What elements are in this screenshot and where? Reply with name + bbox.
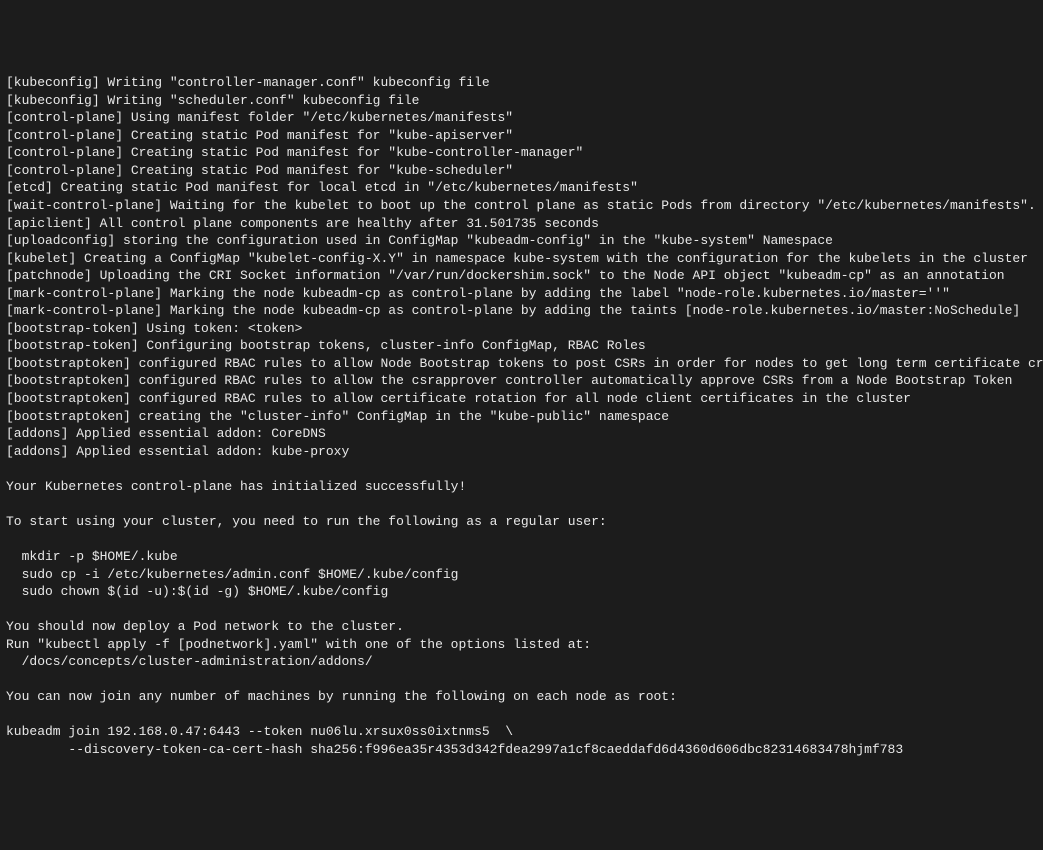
- terminal-line: --discovery-token-ca-cert-hash sha256:f9…: [6, 741, 1037, 759]
- terminal-line: [wait-control-plane] Waiting for the kub…: [6, 197, 1037, 215]
- terminal-line: [control-plane] Creating static Pod mani…: [6, 162, 1037, 180]
- terminal-line: [kubeconfig] Writing "scheduler.conf" ku…: [6, 92, 1037, 110]
- terminal-line: [kubelet] Creating a ConfigMap "kubelet-…: [6, 250, 1037, 268]
- terminal-line: mkdir -p $HOME/.kube: [6, 548, 1037, 566]
- terminal-line: [apiclient] All control plane components…: [6, 215, 1037, 233]
- terminal-line: [mark-control-plane] Marking the node ku…: [6, 302, 1037, 320]
- terminal-line: [patchnode] Uploading the CRI Socket inf…: [6, 267, 1037, 285]
- terminal-line: [bootstrap-token] Using token: <token>: [6, 320, 1037, 338]
- terminal-line: [uploadconfig] storing the configuration…: [6, 232, 1037, 250]
- terminal-line: [kubeconfig] Writing "controller-manager…: [6, 74, 1037, 92]
- terminal-output[interactable]: [kubeconfig] Writing "controller-manager…: [6, 74, 1037, 758]
- terminal-line: [addons] Applied essential addon: CoreDN…: [6, 425, 1037, 443]
- terminal-line: [bootstraptoken] creating the "cluster-i…: [6, 408, 1037, 426]
- terminal-line: [control-plane] Creating static Pod mani…: [6, 127, 1037, 145]
- terminal-line: To start using your cluster, you need to…: [6, 513, 1037, 531]
- terminal-line: [control-plane] Using manifest folder "/…: [6, 109, 1037, 127]
- terminal-line: sudo chown $(id -u):$(id -g) $HOME/.kube…: [6, 583, 1037, 601]
- terminal-line: [bootstraptoken] configured RBAC rules t…: [6, 390, 1037, 408]
- terminal-line: Run "kubectl apply -f [podnetwork].yaml"…: [6, 636, 1037, 654]
- terminal-line: kubeadm join 192.168.0.47:6443 --token n…: [6, 723, 1037, 741]
- terminal-line: [6, 495, 1037, 513]
- terminal-line: [6, 530, 1037, 548]
- terminal-line: [6, 601, 1037, 619]
- terminal-line: /docs/concepts/cluster-administration/ad…: [6, 653, 1037, 671]
- terminal-line: [etcd] Creating static Pod manifest for …: [6, 179, 1037, 197]
- terminal-line: [control-plane] Creating static Pod mani…: [6, 144, 1037, 162]
- terminal-line: [6, 671, 1037, 689]
- terminal-line: [6, 460, 1037, 478]
- terminal-line: [6, 706, 1037, 724]
- terminal-line: [bootstrap-token] Configuring bootstrap …: [6, 337, 1037, 355]
- terminal-line: [bootstraptoken] configured RBAC rules t…: [6, 355, 1037, 373]
- terminal-line: [addons] Applied essential addon: kube-p…: [6, 443, 1037, 461]
- terminal-line: Your Kubernetes control-plane has initia…: [6, 478, 1037, 496]
- terminal-line: sudo cp -i /etc/kubernetes/admin.conf $H…: [6, 566, 1037, 584]
- terminal-line: [mark-control-plane] Marking the node ku…: [6, 285, 1037, 303]
- terminal-line: You should now deploy a Pod network to t…: [6, 618, 1037, 636]
- terminal-line: [bootstraptoken] configured RBAC rules t…: [6, 372, 1037, 390]
- terminal-line: You can now join any number of machines …: [6, 688, 1037, 706]
